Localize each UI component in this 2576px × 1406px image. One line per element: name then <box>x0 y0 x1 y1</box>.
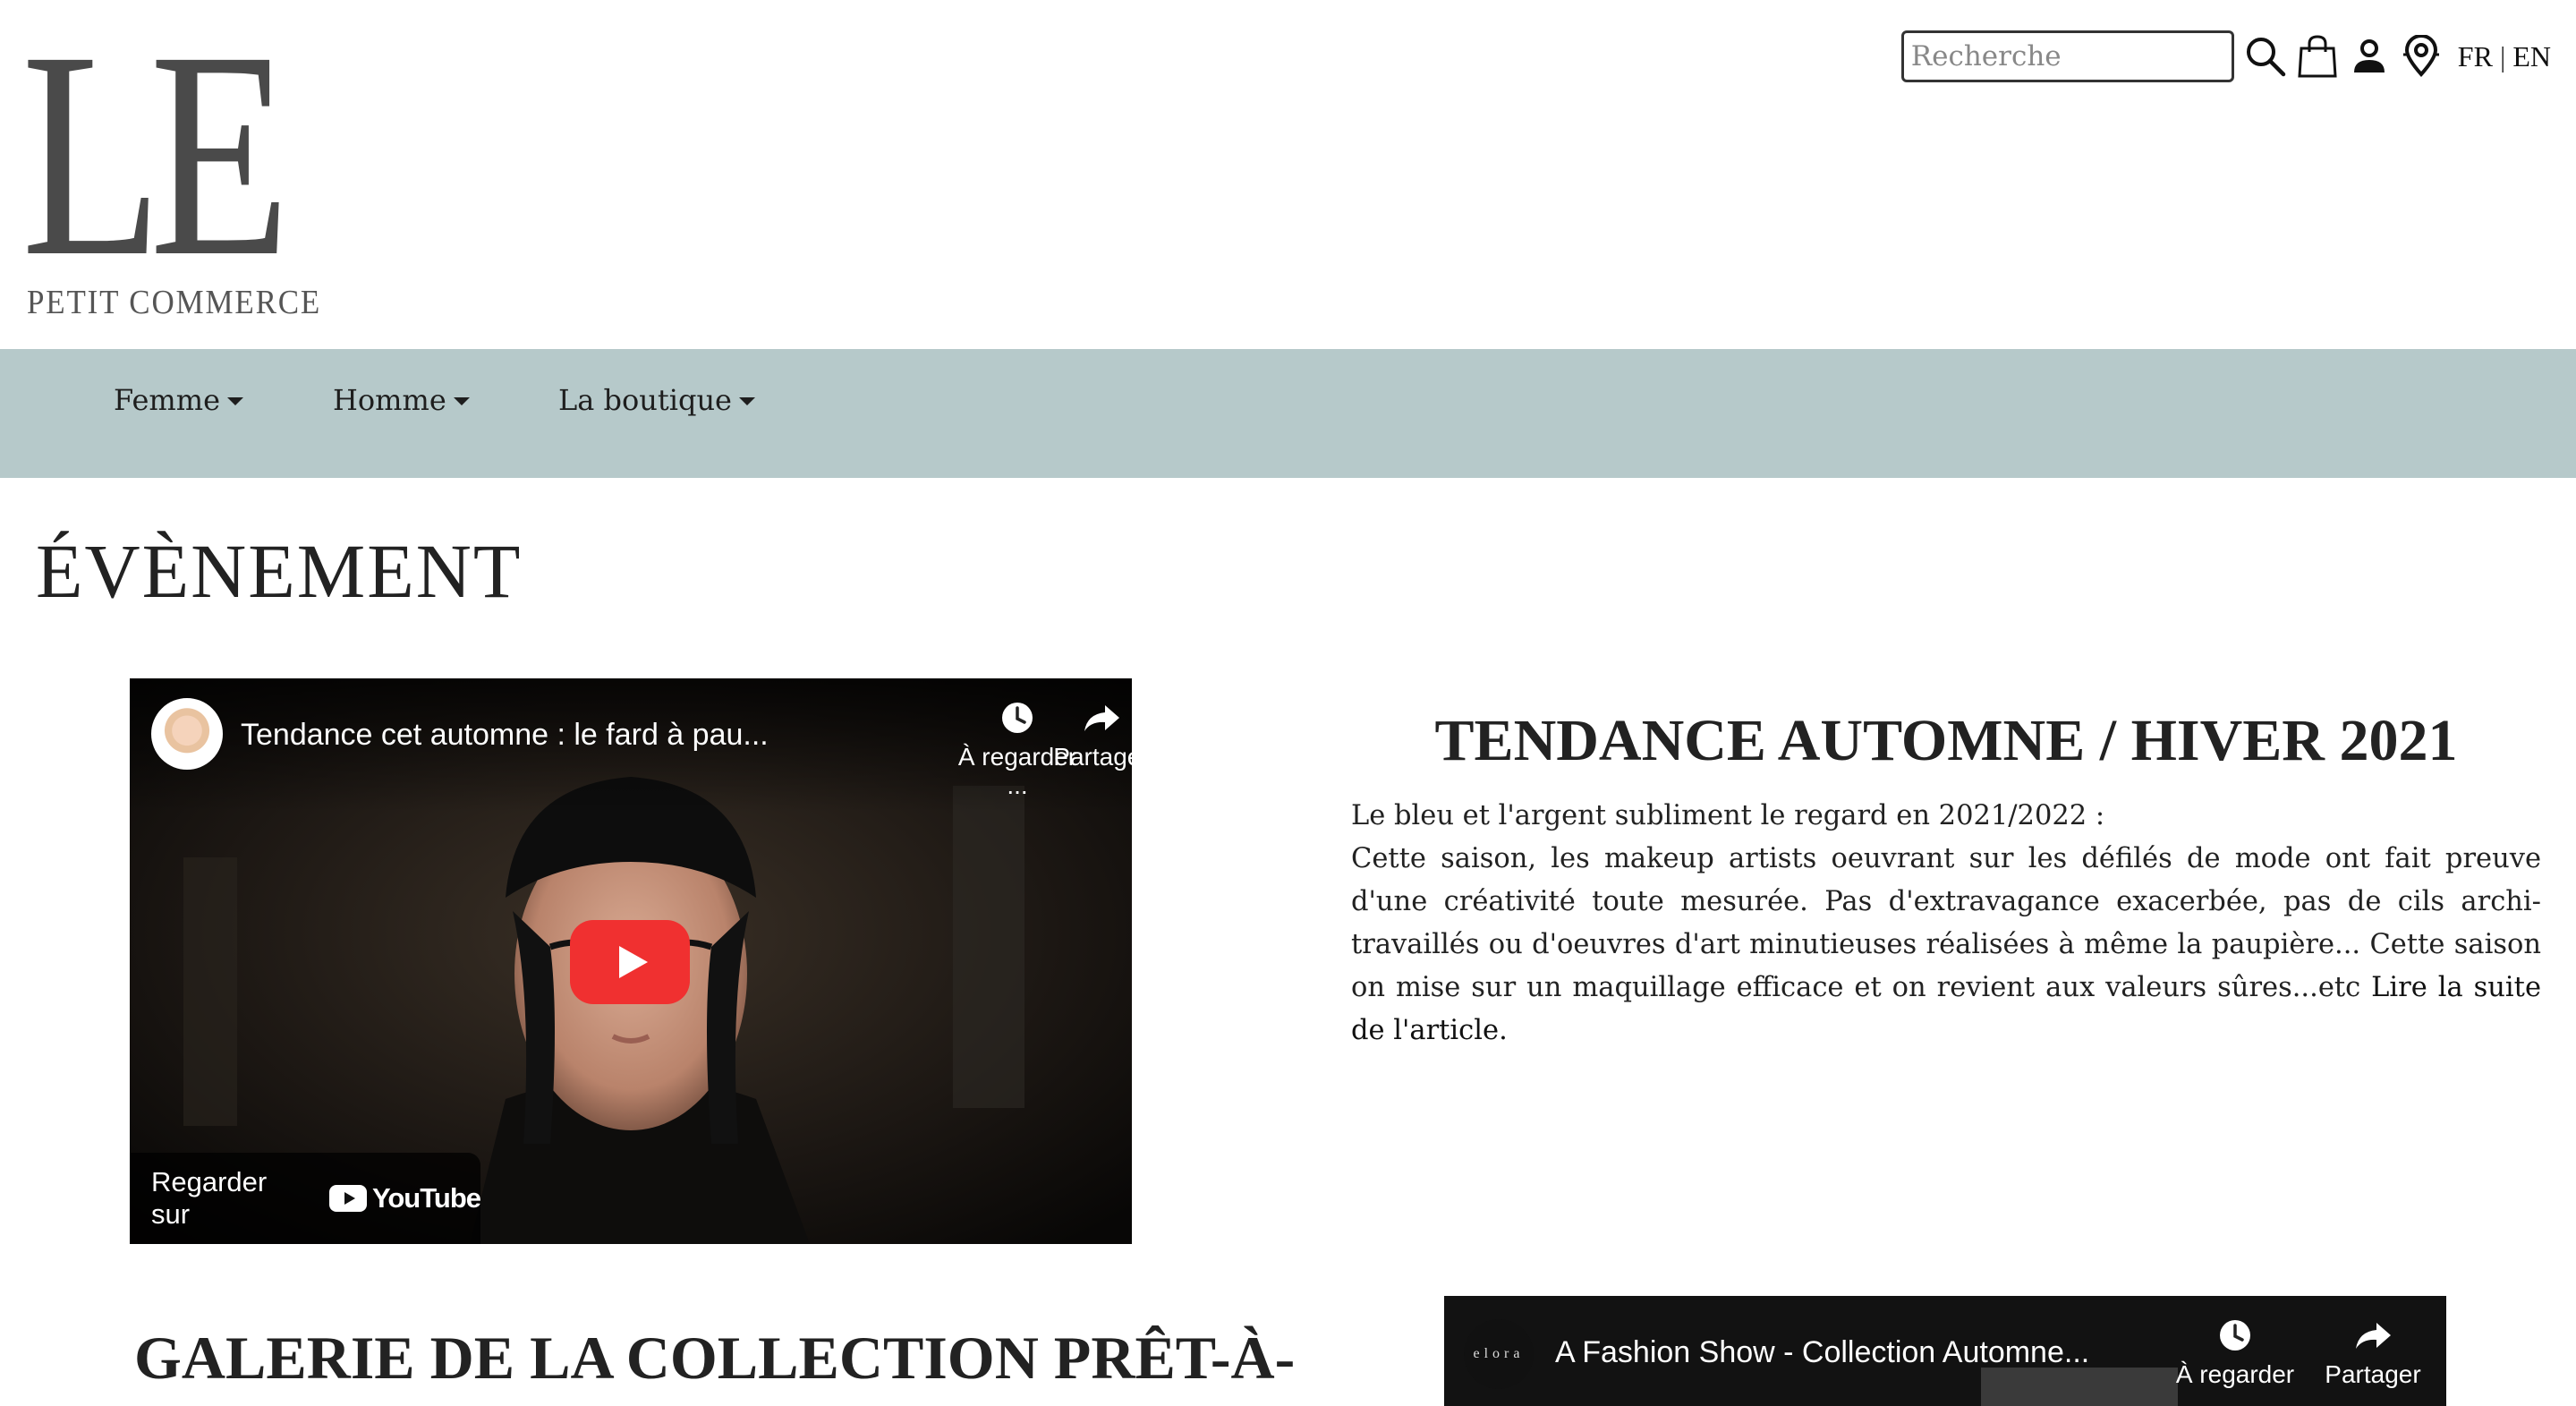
gallery-title: GALERIE DE LA COLLECTION PRÊT-À- <box>134 1324 1296 1392</box>
share-label: Partager <box>1053 743 1132 771</box>
channel-avatar[interactable] <box>151 698 223 770</box>
lang-separator: | <box>2499 39 2506 72</box>
language-switcher: FR | EN <box>2458 40 2551 73</box>
article-text: Cette saison, les makeup artists oeuvran… <box>1351 843 2541 1003</box>
channel-avatar[interactable]: elora <box>1464 1319 1534 1389</box>
share-arrow-icon <box>1084 705 1119 731</box>
share-button[interactable]: Partager <box>1030 700 1132 771</box>
watch-later-label: À regarder ... <box>2175 1360 2295 1406</box>
share-label: Partager <box>2325 1360 2421 1388</box>
caret-down-icon <box>738 396 755 405</box>
play-button[interactable] <box>570 920 690 1004</box>
article-title: TENDANCE AUTOMNE / HIVER 2021 <box>1434 708 2458 773</box>
youtube-embed-1[interactable]: Tendance cet automne : le fard à pau... … <box>130 678 1132 1244</box>
watch-on-label: Regarder sur <box>151 1166 268 1230</box>
site-logo[interactable]: LE PETIT COMMERCE <box>21 7 319 325</box>
youtube-embed-2[interactable]: elora A Fashion Show - Collection Automn… <box>1444 1296 2446 1406</box>
search-icon[interactable] <box>2240 30 2291 82</box>
nav-item-la-boutique[interactable]: La boutique <box>558 383 755 417</box>
logo-letters: LE <box>21 0 290 318</box>
article-body: Le bleu et l'argent subliment le regard … <box>1351 795 2541 1052</box>
nav-item-label: Homme <box>333 383 446 417</box>
lang-fr[interactable]: FR <box>2458 40 2493 73</box>
caret-down-icon <box>227 396 244 405</box>
shopping-bag-icon[interactable] <box>2291 30 2343 82</box>
article-lead: Le bleu et l'argent subliment le regard … <box>1351 800 2105 831</box>
watch-later-button[interactable]: À regarder ... <box>2164 1317 2307 1406</box>
nav-item-homme[interactable]: Homme <box>333 383 470 417</box>
user-icon[interactable] <box>2343 30 2395 82</box>
article-paragraph: Cette saison, les makeup artists oeuvran… <box>1351 838 2541 1052</box>
share-arrow-icon <box>2356 1323 2391 1349</box>
page-title: ÉVÈNEMENT <box>36 528 523 614</box>
nav-item-label: Femme <box>114 383 221 417</box>
video-title[interactable]: A Fashion Show - Collection Automne... <box>1555 1335 2089 1370</box>
youtube-wordmark: YouTube <box>372 1182 481 1214</box>
logo-tagline: PETIT COMMERCE <box>27 284 322 321</box>
video-title[interactable]: Tendance cet automne : le fard à pau... <box>241 718 769 753</box>
lang-en[interactable]: EN <box>2512 40 2551 73</box>
youtube-logo: YouTube <box>329 1182 481 1214</box>
search-input[interactable] <box>1900 30 2234 82</box>
share-button[interactable]: Partager <box>2301 1317 2444 1389</box>
youtube-play-icon <box>329 1185 367 1212</box>
caret-down-icon <box>453 396 470 405</box>
watch-on-youtube[interactable]: Regarder sur YouTube <box>130 1153 481 1244</box>
main-nav: Femme Homme La boutique <box>0 349 2576 478</box>
clock-icon <box>2220 1320 2250 1351</box>
nav-item-femme[interactable]: Femme <box>114 383 244 417</box>
header-tools: FR | EN <box>1900 29 2551 84</box>
nav-item-label: La boutique <box>558 383 732 417</box>
store-locator-icon[interactable] <box>2395 30 2447 82</box>
